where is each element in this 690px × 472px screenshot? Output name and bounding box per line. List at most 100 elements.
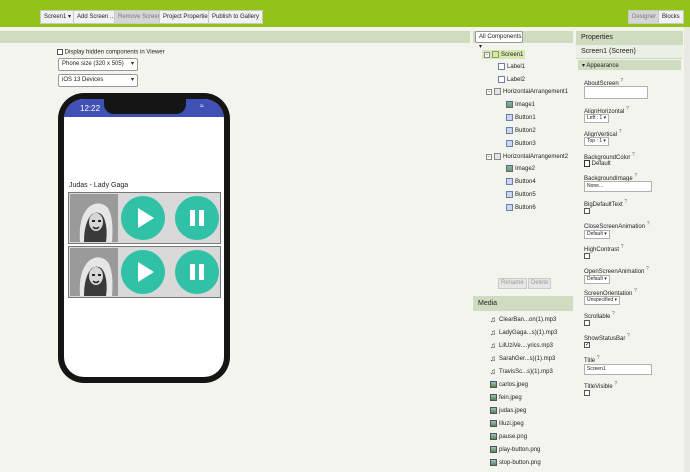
label-icon [498,63,505,70]
page-scrollbar[interactable] [684,27,690,472]
remove-screen-button[interactable]: Remove Screen [114,10,166,24]
tree-item[interactable]: Image1 [506,101,535,108]
collapse-icon[interactable]: − [486,88,492,95]
help-icon[interactable]: ? [621,244,624,250]
scrollable-checkbox[interactable] [584,320,590,326]
appearance-section[interactable]: ▾ Appearance [578,60,681,70]
about-screen-textarea[interactable] [584,86,648,99]
tree-item[interactable]: Button4 [506,178,536,185]
delete-button[interactable]: Delete [528,278,552,289]
tree-item[interactable]: − HorizontalArrangement2 [486,153,568,160]
title-visible-checkbox[interactable] [584,390,590,396]
tree-item[interactable]: Button6 [506,204,536,211]
tree-item[interactable]: Button3 [506,140,536,147]
tree-item[interactable]: Button1 [506,114,536,121]
tree-item-label: Button3 [515,141,536,148]
tree-item[interactable]: Image2 [506,165,535,172]
media-item[interactable]: ♫ LadyGaga...s)(1).mp3 [490,329,557,337]
blocks-button[interactable]: Blocks [658,10,684,24]
tree-item-label: Image2 [515,166,536,173]
media-item-label: fein.jpeg [499,395,522,402]
screen-icon [492,51,499,58]
high-contrast-checkbox[interactable] [584,253,590,259]
media-item[interactable]: pause.png [490,433,527,440]
tree-item[interactable]: Button2 [506,127,536,134]
help-icon[interactable]: ? [627,333,630,339]
close-screen-animation-select[interactable]: Default ▾ [584,230,610,239]
all-components-select[interactable]: All Components ▾ [475,31,523,50]
image1-album-cover[interactable] [70,194,118,242]
tree-item-label: HorizontalArrangement2 [503,154,569,161]
prop-scrollable-label: Scrollable ? [584,311,615,320]
designer-button[interactable]: Designer [628,10,661,24]
image-file-icon [490,459,497,466]
background-image-input[interactable]: None... [584,181,652,192]
media-item-label: SarahGer...s)(1).mp3 [499,356,556,363]
align-vertical-select[interactable]: Top : 1 ▾ [584,137,609,146]
tree-item[interactable]: Label1 [498,63,525,70]
help-icon[interactable]: ? [634,173,637,179]
play-icon [138,208,154,228]
button4-play[interactable] [121,250,165,294]
tree-item[interactable]: − HorizontalArrangement1 [486,88,568,95]
media-item[interactable]: ♫ ClearBan...on(1).mp3 [490,316,556,324]
help-icon[interactable]: ? [632,152,635,158]
button-icon [506,140,513,147]
title-input[interactable]: Screen1 [584,364,652,375]
phone-size-select[interactable]: Phone size (320 x 505) ▾ [58,58,138,71]
media-item[interactable]: ♫ SarahGer...s)(1).mp3 [490,355,556,363]
device-select[interactable]: iOS 13 Devices ▾ [58,74,138,87]
align-horizontal-select[interactable]: Left : 1 ▾ [584,114,610,123]
help-icon[interactable]: ? [634,288,637,294]
help-icon[interactable]: ? [620,78,623,84]
media-item-label: liluzi.jpeg [499,421,524,428]
add-screen-button[interactable]: Add Screen ... [73,10,120,24]
publish-to-gallery-button[interactable]: Publish to Gallery [208,10,264,24]
audio-icon: ♫ [490,341,496,350]
tree-item[interactable]: Button5 [506,191,536,198]
button1-play[interactable] [121,196,165,240]
device-value: iOS 13 Devices [62,77,104,83]
help-icon[interactable]: ? [614,381,617,387]
media-item[interactable]: judas.jpeg [490,407,526,414]
media-item[interactable]: ♫ LilUziVe....yrics.mp3 [490,341,553,350]
media-item[interactable]: play-button.png [490,446,540,453]
button-icon [506,114,513,121]
tree-item[interactable]: − Screen1 [482,50,526,60]
background-color-picker[interactable]: Default [584,160,611,167]
help-icon[interactable]: ? [624,199,627,205]
collapse-icon[interactable]: − [484,51,490,58]
media-item[interactable]: ♫ TravisSc...s)(1).mp3 [490,368,553,376]
properties-header: Properties [576,31,683,45]
help-icon[interactable]: ? [619,129,622,135]
collapse-icon[interactable]: − [486,153,492,160]
label1-song-title[interactable]: Judas - Lady Gaga [69,182,128,189]
horizontal-arrangement-2[interactable] [68,246,221,298]
rename-button[interactable]: Rename [498,278,527,289]
media-item[interactable]: fein.jpeg [490,394,522,401]
media-item[interactable]: liluzi.jpeg [490,420,524,427]
screen-select-button[interactable]: Screen1 ▾ [40,10,76,24]
tree-item[interactable]: Label2 [498,76,525,83]
media-item[interactable]: stop-button.png [490,459,541,466]
image2-album-cover[interactable] [70,248,118,296]
open-screen-animation-select[interactable]: Default ▾ [584,275,610,284]
hidden-components-checkbox[interactable] [57,49,63,55]
horizontal-arrangement-1[interactable] [68,192,221,244]
image-icon [506,101,513,108]
help-icon[interactable]: ? [626,106,629,112]
help-icon[interactable]: ? [647,221,650,227]
color-swatch [584,160,590,167]
image-file-icon [490,433,497,440]
help-icon[interactable]: ? [646,266,649,272]
prop-title-visible-label: TitleVisible ? [584,381,618,390]
help-icon[interactable]: ? [612,311,615,317]
show-status-bar-checkbox[interactable]: ✓ [584,342,590,348]
screen-orientation-select[interactable]: Unspecified ▾ [584,296,621,305]
project-properties-button[interactable]: Project Properties [159,10,215,24]
button5-pause[interactable] [175,250,219,294]
button2-pause[interactable] [175,196,219,240]
big-default-text-checkbox[interactable] [584,208,590,214]
help-icon[interactable]: ? [597,355,600,361]
media-item[interactable]: carlos.jpeg [490,381,528,388]
